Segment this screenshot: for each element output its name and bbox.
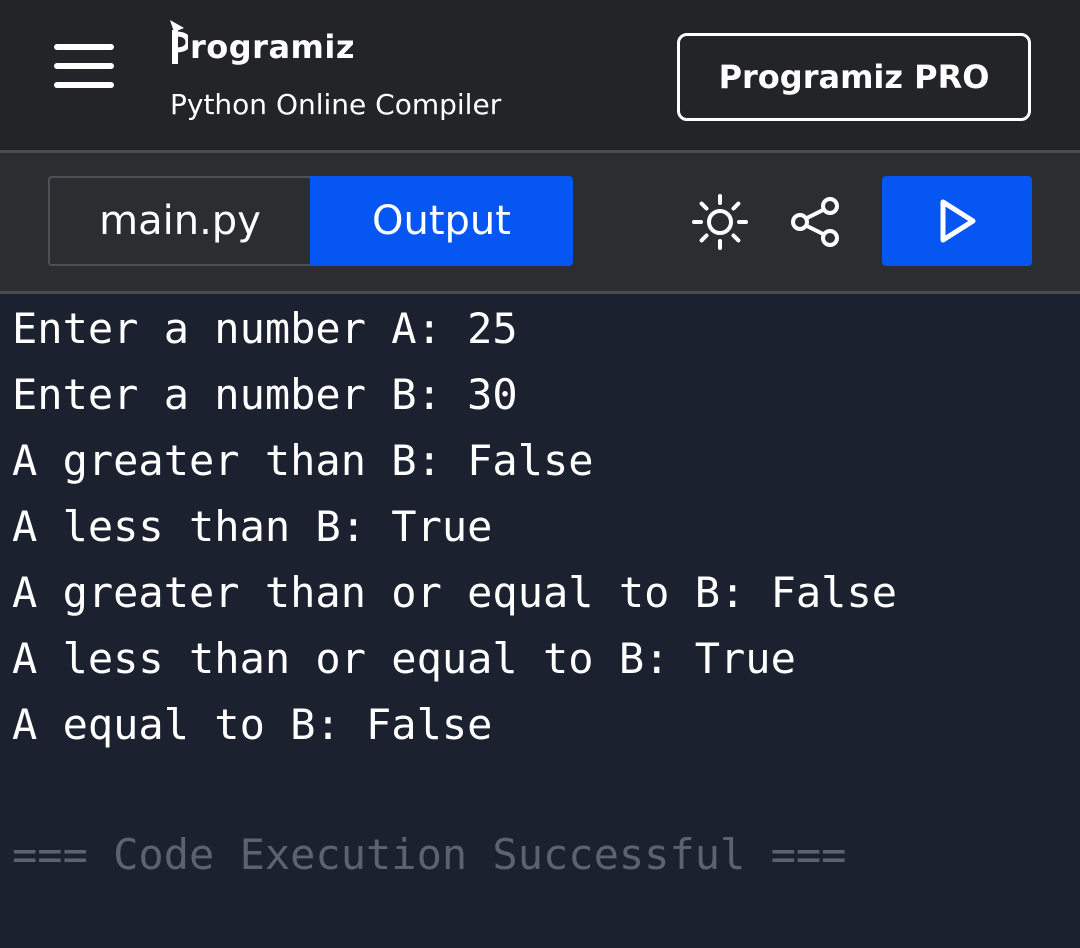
console-line: A greater than or equal to B: False	[12, 568, 898, 617]
console-line: A equal to B: False	[12, 700, 493, 749]
page-subtitle: Python Online Compiler	[170, 88, 502, 121]
console-line: A less than or equal to B: True	[12, 634, 796, 683]
programiz-logo[interactable]: rogramiz	[170, 14, 355, 66]
editor-toolbar: main.py Output	[0, 153, 1080, 291]
app-header: rogramiz Python Online Compiler Programi…	[0, 0, 1080, 150]
tab-output[interactable]: Output	[310, 176, 573, 266]
console-line: A less than B: True	[12, 502, 493, 551]
console-line: Enter a number A: 25	[12, 304, 518, 353]
run-button[interactable]	[882, 176, 1032, 266]
theme-toggle-sun-icon	[692, 194, 748, 250]
console-line: Enter a number B: 30	[12, 370, 518, 419]
programiz-pro-button[interactable]: Programiz PRO	[677, 33, 1031, 121]
console-line: A greater than B: False	[12, 436, 594, 485]
share-button[interactable]	[784, 190, 848, 254]
play-icon	[940, 199, 976, 243]
programiz-logo-mark-icon	[170, 20, 188, 64]
menu-icon[interactable]	[54, 44, 114, 88]
output-console: Enter a number A: 25 Enter a number B: 3…	[0, 294, 1080, 948]
tab-main-py[interactable]: main.py	[48, 176, 310, 266]
theme-toggle-button[interactable]	[688, 190, 752, 254]
execution-success-message: === Code Execution Successful ===	[12, 830, 847, 879]
share-icon	[791, 197, 839, 247]
logo-text: rogramiz	[190, 28, 355, 66]
